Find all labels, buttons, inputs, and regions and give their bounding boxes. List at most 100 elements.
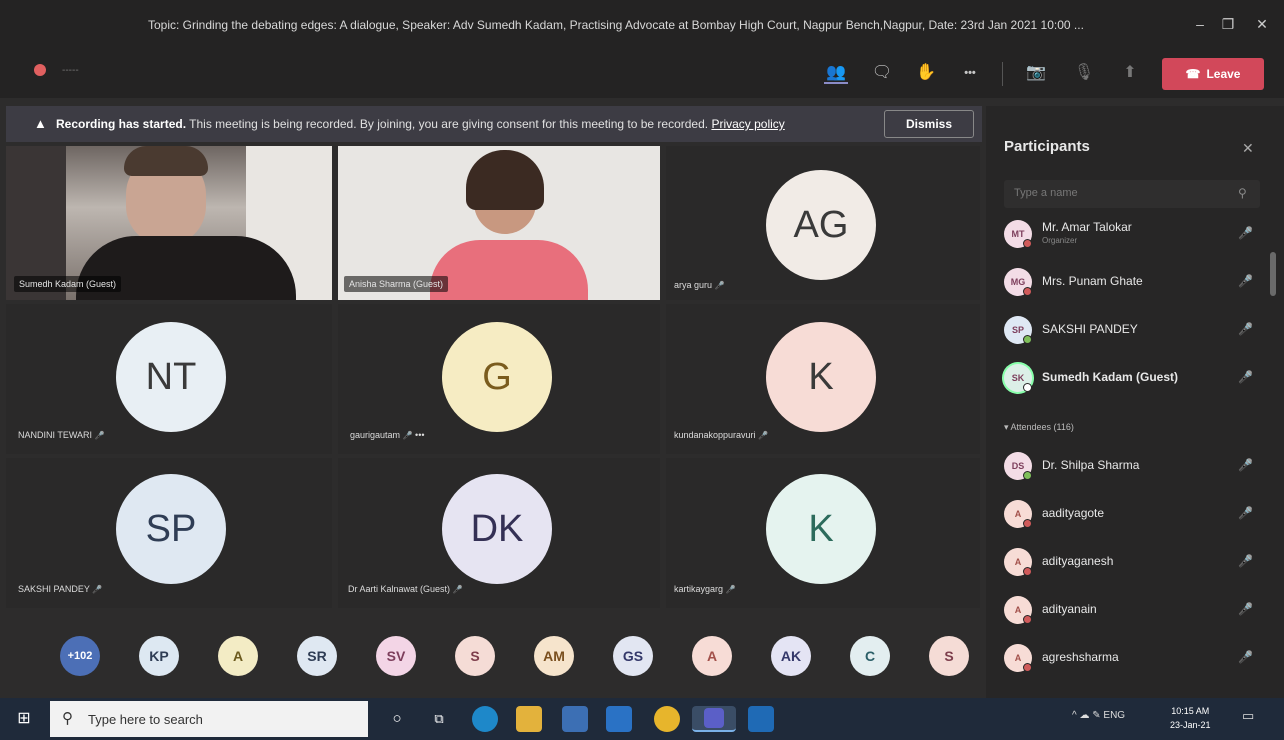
strip-avatar[interactable]: AK <box>771 636 811 676</box>
close-panel-icon[interactable]: ✕ <box>1242 140 1254 157</box>
participant-row[interactable]: Aadityaganesh 🎤 <box>1000 542 1270 582</box>
strip-avatar[interactable]: KP <box>139 636 179 676</box>
meeting-title: Topic: Grinding the debating edges: A di… <box>148 18 1084 32</box>
avatar-initials: MT <box>1011 229 1025 239</box>
participant-row[interactable]: MG Mrs. Punam Ghate 🎤 <box>1000 262 1270 302</box>
clock-time: 10:15 AM <box>1171 706 1210 716</box>
leave-label: Leave <box>1206 67 1241 81</box>
strip-avatar[interactable]: S <box>455 636 495 676</box>
taskbar-clock[interactable]: 10:15 AM 23-Jan-21 <box>1170 704 1211 732</box>
strip-avatar[interactable]: A <box>692 636 732 676</box>
mic-icon[interactable]: 🎙 <box>1072 62 1096 84</box>
participant-name: gaurigautam <box>350 430 401 440</box>
avatar: NT <box>116 322 226 432</box>
participant-name: adityanain <box>1042 602 1097 616</box>
taskbar-search-box[interactable]: ⚲ Type here to search <box>50 701 368 737</box>
strip-avatar[interactable]: A <box>218 636 258 676</box>
file-explorer-icon[interactable] <box>516 706 542 732</box>
overflow-participants-strip: +102 KP A SR SV S AM GS A AK C S <box>0 612 980 698</box>
store-icon[interactable] <box>562 706 588 732</box>
tile-aarti[interactable]: DK Dr Aarti Kalnawat (Guest) 🎤 <box>338 458 660 608</box>
share-screen-icon[interactable]: ⬆ <box>1118 62 1142 84</box>
more-options-icon[interactable]: ••• <box>415 430 424 440</box>
avatar-initials: A <box>1014 605 1022 615</box>
recording-indicator-icon <box>34 64 46 76</box>
chrome-icon[interactable] <box>654 706 680 732</box>
dismiss-button[interactable]: Dismiss <box>884 110 974 138</box>
participant-name-row: kundanakoppuravuri 🎤 <box>674 430 768 440</box>
chat-icon[interactable]: 🗨 <box>870 62 894 84</box>
strip-avatar[interactable]: AM <box>534 636 574 676</box>
privacy-policy-link[interactable]: Privacy policy <box>711 117 784 131</box>
cortana-icon[interactable]: ○ <box>384 706 410 732</box>
strip-avatar[interactable]: SV <box>376 636 416 676</box>
tile-arya-guru[interactable]: AG arya guru 🎤 <box>666 146 980 300</box>
tile-gaurigautam[interactable]: G gaurigautam 🎤 ••• <box>338 304 660 454</box>
participant-row[interactable]: DS Dr. Shilpa Sharma 🎤 <box>1000 446 1270 486</box>
task-view-icon[interactable]: ⧉ <box>426 706 452 732</box>
participant-name-row: arya guru 🎤 <box>674 280 725 290</box>
more-participants-count[interactable]: +102 <box>60 636 100 676</box>
strip-avatar[interactable]: GS <box>613 636 653 676</box>
presence-status-icon <box>1023 287 1032 296</box>
system-tray[interactable]: ^ ☁ ✎ ENG <box>1072 710 1125 721</box>
teams-icon[interactable] <box>692 706 736 732</box>
more-actions-icon[interactable]: ••• <box>958 62 982 84</box>
presence-status-icon <box>1023 335 1032 344</box>
strip-avatar[interactable]: SR <box>297 636 337 676</box>
presence-status-icon <box>1023 239 1032 248</box>
maximize-button[interactable]: ❐ <box>1218 14 1238 34</box>
participant-name-row: NANDINI TEWARI 🎤 <box>18 430 105 440</box>
participant-name: Mrs. Punam Ghate <box>1042 274 1143 288</box>
video-tile-sumedh[interactable]: Sumedh Kadam (Guest) <box>6 146 332 300</box>
avatar: SP <box>116 474 226 584</box>
tile-nandini[interactable]: NT NANDINI TEWARI 🎤 <box>6 304 332 454</box>
banner-text: This meeting is being recorded. By joini… <box>186 117 712 131</box>
notification-icon[interactable]: ▭ <box>1242 708 1254 724</box>
mic-icon: 🎤 <box>714 281 725 290</box>
participant-name-row: gaurigautam 🎤 ••• <box>350 430 425 440</box>
participant-row[interactable]: SK Sumedh Kadam (Guest) 🎤 <box>1000 358 1270 398</box>
close-window-button[interactable]: ✕ <box>1252 14 1272 34</box>
camera-icon[interactable]: 📷 <box>1024 62 1048 84</box>
windows-taskbar: ⊞ ⚲ Type here to search ○ ⧉ ^ ☁ ✎ ENG 10… <box>0 698 1284 740</box>
presence-status-icon <box>1023 519 1032 528</box>
minimize-button[interactable]: – <box>1190 14 1210 34</box>
participant-row[interactable]: Aagreshsharma 🎤 <box>1000 638 1270 678</box>
tile-kundana[interactable]: K kundanakoppuravuri 🎤 <box>666 304 980 454</box>
avatar-initials: SP <box>1011 325 1024 335</box>
presence-status-icon <box>1023 615 1032 624</box>
leave-button[interactable]: ☎ Leave <box>1162 58 1264 90</box>
word-icon[interactable] <box>748 706 774 732</box>
strip-avatar[interactable]: S <box>929 636 969 676</box>
windows-start-icon[interactable]: ⊞ <box>14 708 34 728</box>
participant-name: arya guru <box>674 280 713 290</box>
edge-browser-icon[interactable] <box>472 706 498 732</box>
video-tile-anisha[interactable]: Anisha Sharma (Guest) <box>338 146 660 300</box>
participant-row[interactable]: SP SAKSHI PANDEY 🎤 <box>1000 310 1270 350</box>
search-icon: ⚲ <box>1238 186 1247 200</box>
participant-name: Sumedh Kadam (Guest) <box>1042 370 1179 384</box>
mic-icon: 🎤 <box>758 431 769 440</box>
panel-scrollbar[interactable] <box>1270 252 1276 296</box>
raise-hand-icon[interactable]: ✋ <box>914 62 938 84</box>
participant-name-row: SAKSHI PANDEY 🎤 <box>18 584 102 594</box>
participant-row[interactable]: MT Mr. Amar Talokar Organizer 🎤 <box>1000 214 1270 254</box>
participants-icon[interactable]: 👥 <box>824 62 848 84</box>
participant-role: Organizer <box>1042 236 1078 245</box>
participant-row[interactable]: Aadityanain 🎤 <box>1000 590 1270 630</box>
tile-sakshi[interactable]: SP SAKSHI PANDEY 🎤 <box>6 458 332 608</box>
avatar-initials: A <box>1014 653 1022 663</box>
recording-banner: ▲ Recording has started. This meeting is… <box>6 106 982 142</box>
participant-search-input[interactable]: Type a name <box>1004 180 1260 208</box>
tile-kartikay[interactable]: K kartikaygarg 🎤 <box>666 458 980 608</box>
toolbar-divider <box>1002 62 1003 86</box>
mail-icon[interactable] <box>606 706 632 732</box>
mic-icon: 🎤 <box>1238 370 1253 384</box>
mic-icon: 🎤 <box>1238 322 1253 336</box>
strip-avatar[interactable]: C <box>850 636 890 676</box>
participant-name: SAKSHI PANDEY <box>1042 322 1138 336</box>
participant-row[interactable]: Aaadityagote 🎤 <box>1000 494 1270 534</box>
participant-name: Dr Aarti Kalnawat (Guest) <box>348 584 451 594</box>
attendees-header[interactable]: ▾ Attendees (116) <box>1004 422 1074 433</box>
